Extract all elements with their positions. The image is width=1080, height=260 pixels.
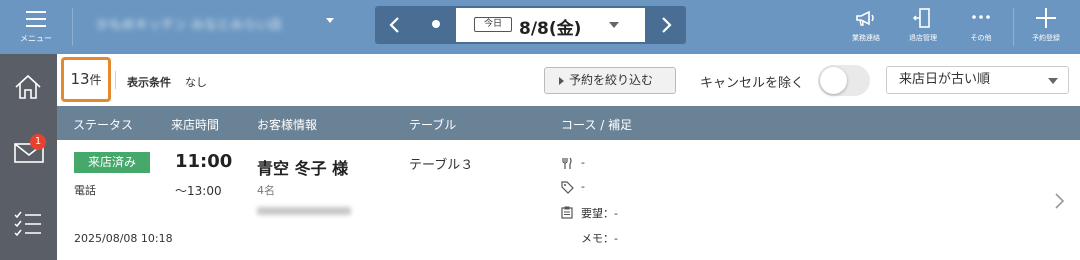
header-table: テーブル	[409, 118, 457, 132]
tool-business-contact[interactable]: 業務連絡	[838, 0, 894, 54]
sidebar-item-home[interactable]	[0, 54, 57, 120]
today-dot-button[interactable]	[415, 6, 456, 44]
date-picker[interactable]: 今日 8/8(金)	[456, 8, 645, 42]
unread-badge: 1	[30, 134, 46, 150]
menu-label: メニュー	[20, 34, 52, 43]
header-customer: お客様情報	[257, 118, 318, 132]
date-navigator: 今日 8/8(金)	[375, 6, 686, 44]
chevron-left-icon	[389, 17, 399, 33]
condition-label: 表示条件	[127, 76, 171, 89]
header-course: コース / 補足	[561, 118, 633, 132]
narrow-reservations-button[interactable]: 予約を絞り込む	[544, 67, 676, 94]
date-dropdown-icon	[609, 22, 619, 28]
divider	[72, 8, 73, 46]
sidebar-item-checklist[interactable]	[0, 190, 57, 256]
chevron-down-icon	[1048, 78, 1058, 84]
exclude-cancel-label: キャンセルを除く	[700, 76, 805, 91]
prev-day-button[interactable]	[375, 6, 415, 44]
menu-button[interactable]: メニュー	[0, 0, 72, 54]
home-icon	[15, 74, 41, 99]
door-exit-icon	[912, 8, 930, 28]
chevron-right-icon[interactable]	[1053, 192, 1065, 210]
booking-channel: 電話	[74, 184, 96, 197]
narrow-button-label: 予約を絞り込む	[569, 73, 654, 87]
table-row[interactable]: 来店済み 電話 2025/08/08 10:18 11:00 ～13:00 青空…	[57, 140, 1080, 260]
exclude-cancel-toggle[interactable]	[818, 65, 870, 96]
top-bar: メニュー かもめキッチン みなとみらい店 今日 8/8(金) 業務連絡 退店管理	[0, 0, 1080, 54]
tool-more[interactable]: その他	[953, 0, 1009, 54]
tool-new-reservation[interactable]: 予約登録	[1018, 0, 1074, 54]
request-value: 要望：-	[581, 207, 618, 220]
store-name[interactable]: かもめキッチン みなとみらい店	[96, 14, 282, 33]
customer-name: 青空 冬子 様	[257, 159, 349, 178]
toggle-knob	[820, 67, 847, 94]
sidebar-item-mail[interactable]: 1	[0, 120, 57, 186]
created-timestamp: 2025/08/08 10:18	[74, 232, 173, 245]
dot-icon	[431, 20, 440, 28]
visit-end-time: ～13:00	[175, 184, 222, 198]
more-dots-icon	[972, 15, 990, 19]
cutlery-icon	[562, 157, 572, 169]
next-day-button[interactable]	[646, 6, 686, 44]
sort-selected-value: 来店日が古い順	[899, 72, 991, 87]
tool-label: 予約登録	[1032, 34, 1060, 42]
visit-start-time: 11:00	[175, 151, 233, 172]
condition-value: なし	[185, 76, 207, 89]
customer-phone-redacted	[257, 207, 351, 215]
header-time: 来店時間	[171, 118, 220, 132]
count-unit: 件	[89, 73, 102, 87]
megaphone-icon	[856, 10, 874, 26]
status-badge: 来店済み	[74, 152, 150, 173]
table-header: ステータス 来店時間 お客様情報 テーブル コース / 補足	[57, 106, 1080, 140]
reservation-count: 13件	[61, 57, 111, 102]
divider	[1013, 8, 1014, 46]
course-value: -	[581, 156, 585, 169]
divider	[115, 71, 116, 89]
header-status: ステータス	[73, 118, 134, 132]
tool-label: その他	[970, 34, 992, 42]
checklist-icon	[14, 211, 41, 237]
today-badge[interactable]: 今日	[474, 17, 512, 32]
guest-count: 4名	[257, 184, 275, 197]
memo-clipboard-icon	[561, 206, 573, 219]
hamburger-icon	[26, 11, 46, 27]
tag-icon	[561, 181, 574, 194]
store-dropdown-icon[interactable]	[326, 18, 334, 23]
plus-icon	[1036, 8, 1056, 28]
tag-value: -	[581, 180, 585, 193]
tool-label: 退店管理	[909, 34, 937, 42]
memo-value: メモ：-	[581, 232, 618, 245]
current-date: 8/8(金)	[519, 19, 582, 39]
tool-exit-management[interactable]: 退店管理	[895, 0, 951, 54]
table-assignment: テーブル３	[409, 158, 474, 173]
tool-label: 業務連絡	[852, 34, 880, 42]
chevron-right-icon	[662, 17, 672, 33]
sort-order-select[interactable]: 来店日が古い順	[886, 66, 1069, 94]
count-value: 13	[70, 70, 90, 88]
play-triangle-icon	[559, 77, 564, 85]
sidebar: 1	[0, 54, 57, 260]
